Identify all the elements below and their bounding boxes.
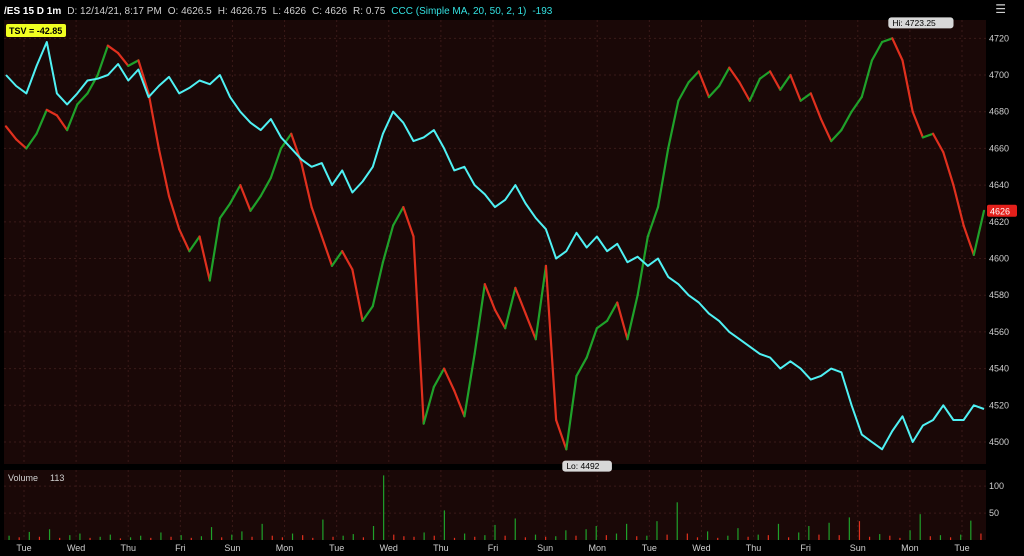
price-tick-label: 4660 bbox=[989, 143, 1009, 153]
time-tick-label: Sun bbox=[850, 543, 866, 553]
time-tick-label: Thu bbox=[120, 543, 136, 553]
price-tick-label: 4640 bbox=[989, 180, 1009, 190]
time-tick-label: Tue bbox=[329, 543, 344, 553]
time-tick-label: Wed bbox=[380, 543, 398, 553]
time-tick-label: Tue bbox=[954, 543, 969, 553]
time-tick-label: Fri bbox=[488, 543, 499, 553]
volume-tick-label: 50 bbox=[989, 508, 999, 518]
last-price-tag: 4626 bbox=[987, 204, 1017, 217]
chart-area: 4500 4520 4540 4560 4580 4600 4620 4640 4660 4680… bbox=[4, 17, 1017, 553]
time-tick-label: Tue bbox=[16, 543, 31, 553]
price-axis: 4500 4520 4540 4560 4580 4600 4620 4640 4660 4680… bbox=[989, 33, 1009, 447]
price-tick-label: 4680 bbox=[989, 107, 1009, 117]
price-tick-label: 4700 bbox=[989, 70, 1009, 80]
time-tick-label: Sun bbox=[224, 543, 240, 553]
price-tick-label: 4580 bbox=[989, 290, 1009, 300]
low-annotation: Lo: 4492 bbox=[562, 460, 612, 472]
time-tick-label: Wed bbox=[692, 543, 710, 553]
time-tick-label: Thu bbox=[433, 543, 449, 553]
last-price-label: 4626 bbox=[990, 206, 1010, 216]
time-tick-label: Thu bbox=[746, 543, 762, 553]
price-pane bbox=[4, 20, 986, 464]
time-tick-label: Tue bbox=[642, 543, 657, 553]
high-annotation: Hi: 4723.25 bbox=[888, 17, 954, 29]
time-tick-label: Wed bbox=[67, 543, 85, 553]
volume-axis: 50 100 bbox=[989, 481, 1004, 518]
chart-window: /ES 15 D 1m D: 12/14/21, 8:17 PM O: 4626… bbox=[0, 0, 1024, 556]
price-tick-label: 4500 bbox=[989, 437, 1009, 447]
time-tick-label: Fri bbox=[800, 543, 811, 553]
volume-value: 113 bbox=[50, 473, 64, 483]
price-tick-label: 4720 bbox=[989, 33, 1009, 43]
time-tick-label: Fri bbox=[175, 543, 186, 553]
time-tick-label: Sun bbox=[537, 543, 553, 553]
time-tick-label: Mon bbox=[588, 543, 606, 553]
price-tick-label: 4620 bbox=[989, 217, 1009, 227]
tsv-badge: TSV = -42.85 bbox=[6, 24, 66, 37]
time-axis: Tue Wed Thu Fri Sun Mon Tue Wed Thu Fri Sun Mon Tue W… bbox=[16, 543, 969, 553]
time-tick-label: Mon bbox=[901, 543, 919, 553]
volume-header: Volume 113 bbox=[8, 473, 64, 483]
annotation-label: Hi: 4723.25 bbox=[892, 18, 936, 28]
volume-tick-label: 100 bbox=[989, 481, 1004, 491]
volume-title: Volume bbox=[8, 473, 38, 483]
price-tick-label: 4560 bbox=[989, 327, 1009, 337]
price-tick-label: 4600 bbox=[989, 254, 1009, 264]
annotation-label: Lo: 4492 bbox=[566, 461, 599, 471]
price-tick-label: 4520 bbox=[989, 400, 1009, 410]
time-tick-label: Mon bbox=[276, 543, 294, 553]
price-tick-label: 4540 bbox=[989, 364, 1009, 374]
tsv-label: TSV = -42.85 bbox=[9, 26, 62, 36]
